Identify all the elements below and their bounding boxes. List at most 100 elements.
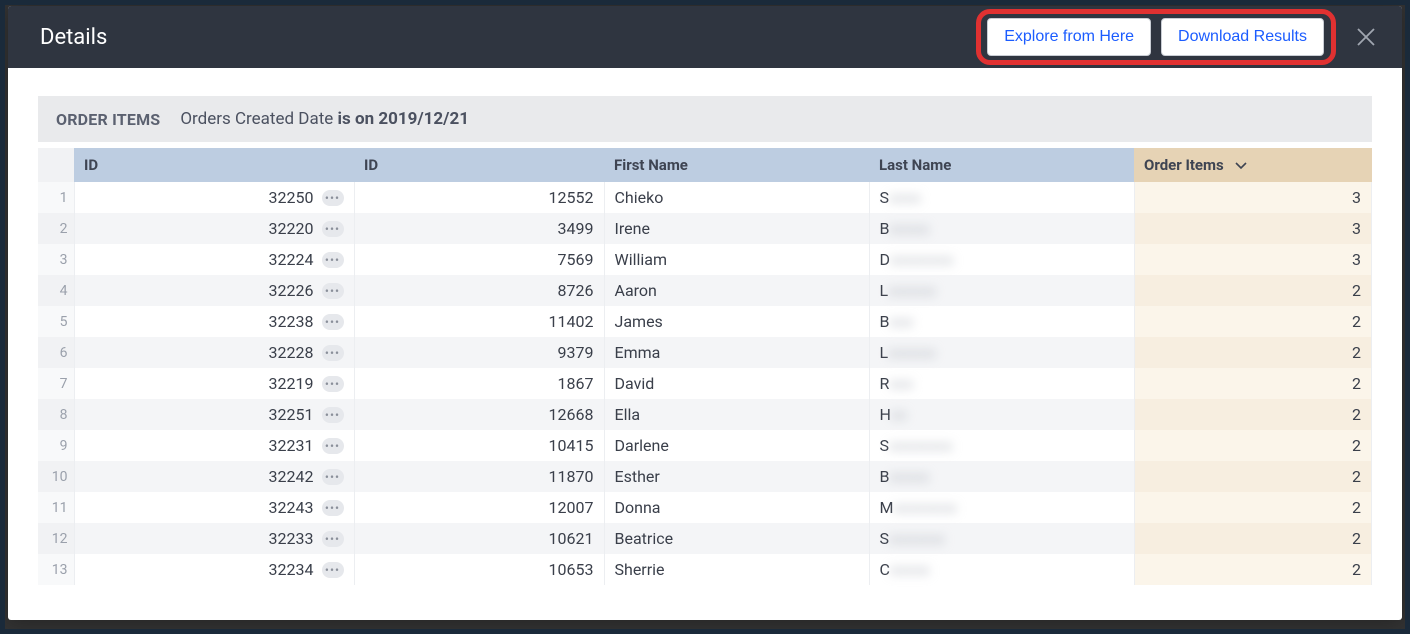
last-name-initial: D — [880, 250, 891, 269]
row-actions-icon[interactable]: ••• — [322, 314, 344, 330]
row-actions-icon[interactable]: ••• — [322, 252, 344, 268]
filter-description: Orders Created Date is on 2019/12/21 — [180, 109, 469, 129]
cell-id1: 32226 ••• — [74, 275, 354, 306]
table-row: 632228•••9379EmmaLxxxxxx2 — [38, 337, 1372, 368]
id1-value: 32231 — [269, 436, 314, 455]
last-name-redacted: xxx — [889, 374, 913, 393]
row-number: 5 — [38, 306, 74, 337]
cell-first-name: Emma — [604, 337, 869, 368]
cell-last-name: Sxxxxxxxx — [869, 430, 1134, 461]
cell-id1: 32219••• — [74, 368, 354, 399]
last-name-redacted: xxxxxx — [888, 281, 936, 300]
cell-order-items: 2 — [1134, 523, 1372, 554]
cell-id2: 10415 — [354, 430, 604, 461]
close-icon — [1355, 26, 1377, 48]
col-header-order-items[interactable]: Order Items — [1134, 148, 1372, 182]
cell-id2: 12668 — [354, 399, 604, 430]
table-row: 732219•••1867David Rxxx 2 — [38, 368, 1372, 399]
last-name-initial: B — [880, 219, 890, 238]
filter-predicate: is on 2019/12/21 — [338, 109, 469, 129]
row-actions-icon[interactable]: ••• — [322, 283, 344, 299]
row-actions-icon[interactable]: ••• — [322, 500, 344, 516]
row-number: 7 — [38, 368, 74, 399]
last-name-initial: C — [880, 560, 890, 579]
last-name-initial: B — [880, 312, 890, 331]
col-header-last-name[interactable]: Last Name — [869, 148, 1134, 182]
cell-id2: 11402 — [354, 306, 604, 337]
row-actions-icon[interactable]: ••• — [322, 345, 344, 361]
id1-value: 32220 — [269, 219, 314, 238]
table-row: 232220•••3499IreneBxxxxx3 — [38, 213, 1372, 244]
cell-order-items: 3 — [1134, 244, 1372, 275]
last-name-redacted: xxxxx — [890, 560, 930, 579]
cell-order-items: 2 — [1134, 554, 1372, 585]
table-header-row: ID ID First Name Last Name Order Items — [38, 148, 1372, 182]
cell-id2: 10621 — [354, 523, 604, 554]
cell-first-name: Beatrice — [604, 523, 869, 554]
table-row: 832251•••12668EllaHxx2 — [38, 399, 1372, 430]
cell-first-name: Donna — [604, 492, 869, 523]
col-header-order-items-label: Order Items — [1144, 156, 1224, 174]
cell-id1: 32231 ••• — [74, 430, 354, 461]
last-name-initial: R — [880, 374, 890, 393]
row-actions-icon[interactable]: ••• — [322, 469, 344, 485]
cell-first-name: Esther — [604, 461, 869, 492]
table-row: 1132243•••12007DonnaMxxxxxxxx2 — [38, 492, 1372, 523]
download-results-button[interactable]: Download Results — [1161, 18, 1324, 56]
id1-value: 32250 — [269, 188, 314, 207]
id1-value: 32251 — [269, 405, 314, 424]
cell-last-name: Dxxxxxxxx — [869, 244, 1134, 275]
last-name-redacted: xxxxxxx — [889, 529, 945, 548]
cell-last-name: Bxxxxx — [869, 461, 1134, 492]
last-name-initial: M — [880, 498, 894, 517]
last-name-redacted: xxxxxxxx — [890, 250, 954, 269]
cell-id1: 32234••• — [74, 554, 354, 585]
cell-id1: 32238••• — [74, 306, 354, 337]
cell-first-name: Ella — [604, 399, 869, 430]
col-header-first-name[interactable]: First Name — [604, 148, 869, 182]
close-button[interactable] — [1352, 23, 1380, 51]
explore-from-here-button[interactable]: Explore from Here — [987, 18, 1151, 56]
row-actions-icon[interactable]: ••• — [322, 376, 344, 392]
modal-title: Details — [40, 25, 987, 50]
row-actions-icon[interactable]: ••• — [322, 190, 344, 206]
table-body: 132250•••12552ChiekoSxxxx3232220•••3499I… — [38, 182, 1372, 585]
cell-first-name: David — [604, 368, 869, 399]
id1-value: 32228 — [269, 343, 314, 362]
id1-value: 32243 — [269, 498, 314, 517]
id1-value: 32226 — [269, 281, 314, 300]
row-actions-icon[interactable]: ••• — [322, 562, 344, 578]
cell-order-items: 2 — [1134, 461, 1372, 492]
row-number: 8 — [38, 399, 74, 430]
last-name-initial: B — [880, 467, 890, 486]
cell-order-items: 3 — [1134, 213, 1372, 244]
last-name-redacted: xxx — [889, 312, 913, 331]
cell-last-name: Bxxx — [869, 306, 1134, 337]
last-name-initial: S — [880, 436, 890, 455]
cell-id2: 1867 — [354, 368, 604, 399]
cell-first-name: James — [604, 306, 869, 337]
cell-order-items: 2 — [1134, 275, 1372, 306]
last-name-redacted: xxxxxxxx — [889, 436, 953, 455]
cell-last-name: Sxxxx — [869, 182, 1134, 213]
col-header-id2[interactable]: ID — [354, 148, 604, 182]
cell-first-name: Chieko — [604, 182, 869, 213]
cell-id1: 32250 ••• — [74, 182, 354, 213]
modal-header: Details Explore from Here Download Resul… — [8, 6, 1402, 68]
table-row: 532238•••11402JamesBxxx2 — [38, 306, 1372, 337]
row-actions-icon[interactable]: ••• — [322, 438, 344, 454]
cell-id2: 7569 — [354, 244, 604, 275]
cell-last-name: Sxxxxxxx — [869, 523, 1134, 554]
row-number: 11 — [38, 492, 74, 523]
results-table: ID ID First Name Last Name Order Items 1… — [38, 148, 1372, 585]
cell-order-items: 2 — [1134, 368, 1372, 399]
row-actions-icon[interactable]: ••• — [322, 531, 344, 547]
table-row: 932231•••10415DarleneSxxxxxxxx2 — [38, 430, 1372, 461]
cell-order-items: 3 — [1134, 182, 1372, 213]
row-actions-icon[interactable]: ••• — [322, 407, 344, 423]
row-number: 10 — [38, 461, 74, 492]
header-actions: Explore from Here Download Results — [987, 18, 1324, 56]
col-header-id1[interactable]: ID — [74, 148, 354, 182]
last-name-redacted: xxxxxx — [888, 343, 936, 362]
row-actions-icon[interactable]: ••• — [322, 221, 344, 237]
